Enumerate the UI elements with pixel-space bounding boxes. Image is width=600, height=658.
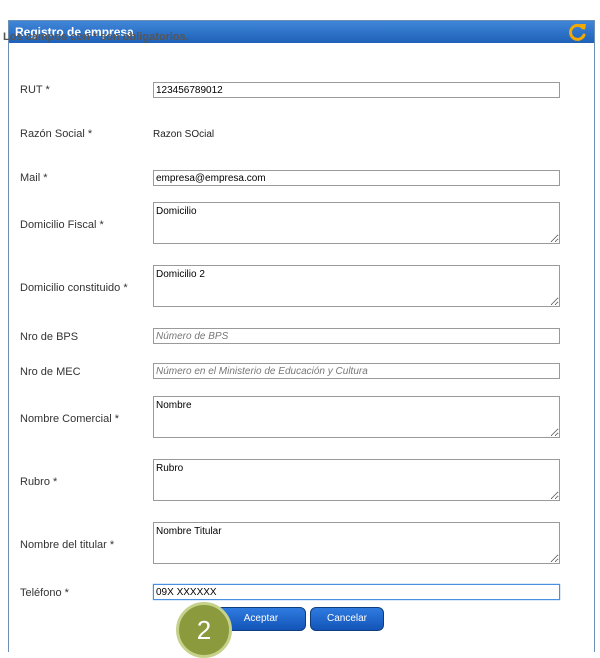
rut-label: RUT * [20,84,50,96]
domicilio-fiscal-label: Domicilio Fiscal * [20,219,104,231]
rubro-label: Rubro * [20,476,58,488]
domicilio-constituido-label: Domicilio constituido * [20,282,128,294]
telefono-input[interactable] [153,584,560,600]
nro-bps-label: Nro de BPS [20,331,79,343]
nro-bps-input[interactable] [153,328,560,344]
rubro-textarea[interactable]: Rubro [153,459,560,501]
mail-label: Mail * [20,172,48,184]
nro-mec-input[interactable] [153,363,560,379]
telefono-label: Teléfono * [20,587,69,599]
razon-social-label: Razón Social * [20,128,93,140]
razon-social-value: Razon SOcial [153,129,215,140]
nro-mec-label: Nro de MEC [20,366,81,378]
nombre-titular-textarea[interactable]: Nombre Titular [153,522,560,564]
domicilio-fiscal-textarea[interactable]: Domicilio [153,202,560,244]
nombre-comercial-label: Nombre Comercial * [20,413,120,425]
cancel-button[interactable]: Cancelar [310,607,384,631]
mail-input[interactable] [153,170,560,186]
required-fields-note: Los campos con * son obligatorios. [3,31,189,43]
domicilio-constituido-textarea[interactable]: Domicilio 2 [153,265,560,307]
rut-input[interactable] [153,82,560,98]
nombre-titular-label: Nombre del titular * [20,539,115,551]
refresh-icon[interactable] [568,22,588,42]
step-number-badge: 2 [176,602,232,658]
nombre-comercial-textarea[interactable]: Nombre [153,396,560,438]
